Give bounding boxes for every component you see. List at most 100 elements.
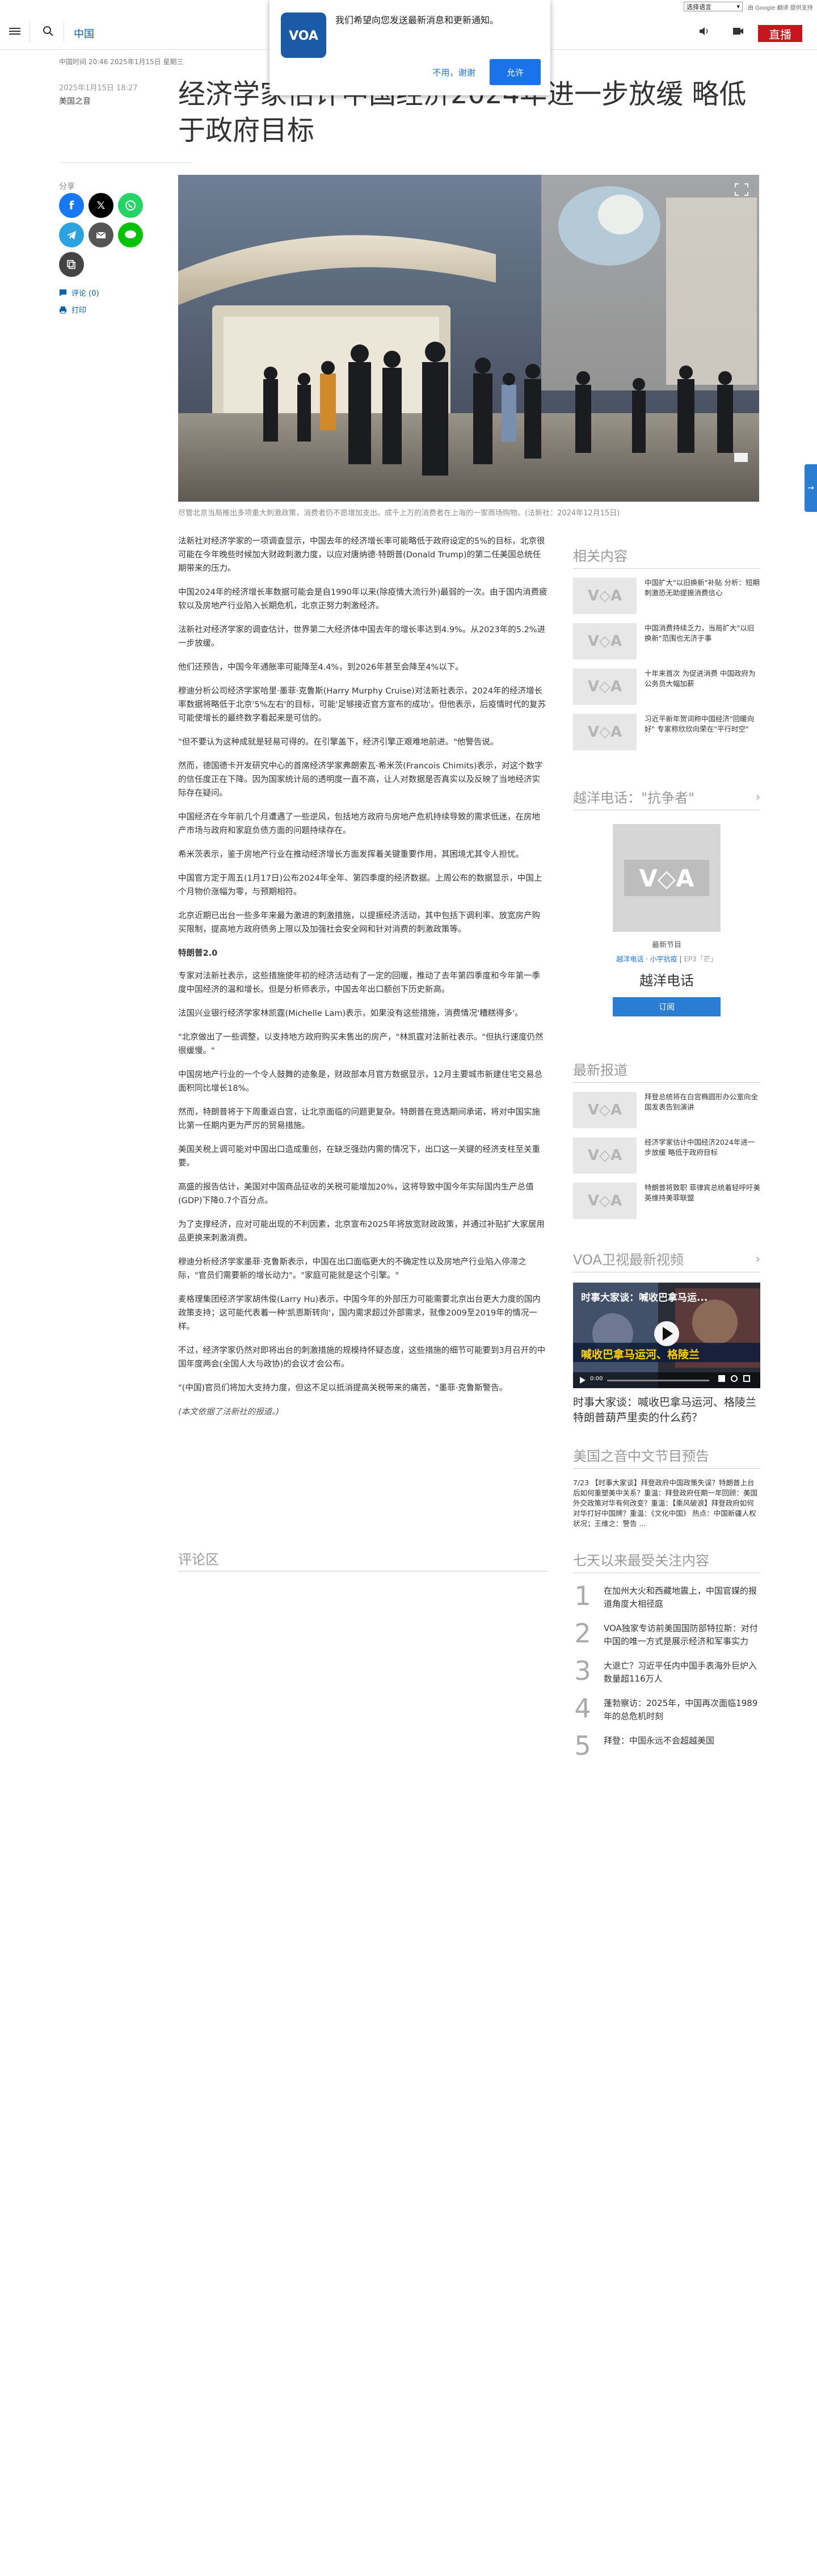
latest-item-title: 特朗普将致职 菲律宾总统着轻呼吁美英维持美菲联盟: [645, 1183, 760, 1202]
paragraph: 然而，德国德卡开发研究中心的首席经济学家弗朗索瓦·希米茨(Francois Ch…: [178, 762, 543, 798]
popular-item-title: 大退亡？习近平任内中国手表海外巨炉入数量超116万人: [604, 1661, 757, 1684]
related-heading-text: 相关内容: [573, 548, 628, 564]
paragraph: 中国经济在今年前几个月遭遇了一些逆风，包括地方政府与房地产危机持续导致的需求低迷…: [178, 813, 540, 835]
audio-icon[interactable]: [698, 25, 710, 37]
popular-item-title: 拜登：中国永远不会超越美国: [604, 1735, 715, 1746]
list-item[interactable]: 1 在加州大火和西藏地震上，中国官媒的报道角度大相径庭: [573, 1582, 760, 1611]
section-heading: 特朗普2.0: [178, 949, 218, 958]
podcast-heading[interactable]: 越洋电话："抗争者" ›: [573, 787, 760, 810]
line-icon[interactable]: [118, 222, 143, 247]
latest-heading: 最新报道: [573, 1059, 760, 1083]
related-item-title: 习近平新年贺词称中国经济"回暖向好" 专家称欣欣向荣在"平行时空": [645, 715, 755, 733]
paragraph: 不过，经济学家仍然对即将出台的刺激措施的规模持怀疑态度，这些措施的细节可能要到3…: [178, 1346, 546, 1369]
x-twitter-icon[interactable]: 𝕏: [89, 193, 113, 218]
voa-thumbnail: V◇A: [573, 1137, 637, 1174]
paragraph: 美国关税上调可能对中国出口造成重创，在缺乏强劲内需的情况下，出口这一关键的经济支…: [178, 1145, 540, 1168]
live-button[interactable]: 直播: [758, 25, 802, 42]
list-item[interactable]: 3 大退亡？习近平任内中国手表海外巨炉入数量超116万人: [573, 1657, 760, 1686]
settings-icon[interactable]: [731, 1375, 738, 1382]
decline-button[interactable]: 不用，谢谢: [423, 59, 485, 85]
schedule-heading-text: 美国之音中文节目预告: [573, 1448, 709, 1464]
podcast-cover[interactable]: V◇A: [613, 824, 721, 932]
copy-link-icon[interactable]: [59, 252, 84, 277]
popular-item-title: 在加州大火和西藏地震上，中国官媒的报道角度大相径庭: [604, 1586, 757, 1609]
schedule-text[interactable]: 7/23 【时事大家谈】拜登政府中国政策失误？特朗普上台后如何重塑美中关系？重温…: [573, 1478, 760, 1529]
fullscreen-icon[interactable]: [743, 1375, 750, 1382]
chevron-right-icon: ›: [756, 789, 760, 804]
comments-heading: 评论区: [178, 1552, 219, 1568]
list-item[interactable]: 2 VOA独家专访前美国国防部特拉斯：对付中国的唯一方式是展示经济和军事实力: [573, 1620, 760, 1648]
video-heading[interactable]: VOA卫视最新视频 ›: [573, 1249, 760, 1272]
rank-number: 2: [574, 1618, 591, 1649]
list-item[interactable]: V◇A 习近平新年贺词称中国经济"回暖向好" 专家称欣欣向荣在"平行时空": [573, 714, 760, 750]
notification-prompt: VOA 我们希望向您发送最新消息和更新通知。 不用，谢谢 允许: [269, 0, 550, 95]
related-item-title: 中国扩大"以旧换新"补贴 分析：短期刺激恐无助提振消费信心: [645, 578, 760, 597]
paragraph: 中国2024年的经济增长率数据可能会是自1990年以来(除疫情大流行外)最弱的一…: [178, 588, 548, 611]
section-brand-link[interactable]: 中国: [74, 26, 94, 41]
video-time: 0:00: [590, 1376, 603, 1382]
popular-item-title: VOA独家专访前美国国防部特拉斯：对付中国的唯一方式是展示经济和军事实力: [604, 1623, 758, 1646]
rank-number: 4: [574, 1693, 591, 1724]
voa-thumbnail: V◇A: [573, 1183, 637, 1219]
paragraph: 中国官方定于周五(1月17日)公布2024年全年、第四季度的经济数据。上周公布的…: [178, 874, 542, 897]
paragraph: 麦格理集团经济学家胡伟俊(Larry Hu)表示，中国今年的外部压力可能需要北京…: [178, 1295, 541, 1331]
list-item[interactable]: V◇A 拜登总统将在白宫椭圆形办公室向全国发表告别演讲: [573, 1092, 760, 1128]
rank-number: 1: [574, 1581, 591, 1611]
list-item[interactable]: 4 蓬勃察访：2025年，中国再次面临1989年的总危机时刻: [573, 1695, 760, 1723]
allow-button[interactable]: 允许: [490, 59, 541, 85]
image-caption: 尽管北京当局推出多项重大刺激政策，消费者仍不愿增加支出。成千上万的消费者在上海的…: [178, 509, 620, 518]
list-item[interactable]: V◇A 十年来首次 为促进消费 中国政府为公务员大幅加薪: [573, 669, 760, 705]
list-item[interactable]: 5 拜登：中国永远不会超越美国: [573, 1732, 760, 1759]
whatsapp-icon[interactable]: [118, 193, 143, 218]
google-translate-badge: 由 Google 翻译 提供支持: [748, 5, 813, 11]
source-note: (本文依据了法新社的报道。): [178, 1407, 280, 1417]
paragraph: 希米茨表示，鉴于房地产行业在推动经济增长方面发挥着关键重要作用，其困境尤其令人担…: [178, 850, 524, 859]
popular-block: 七天以来最受关注内容 1 在加州大火和西藏地震上，中国官媒的报道角度大相径庭 2V…: [573, 1549, 760, 1759]
list-item[interactable]: V◇A 中国扩大"以旧换新"补贴 分析：短期刺激恐无助提振消费信心: [573, 578, 760, 614]
paragraph: 中国房地产行业的一个令人鼓舞的迹象是，财政部本月官方数据显示，12月主要城市新建…: [178, 1070, 542, 1093]
paragraph: 法新社对经济学家的调查估计，世界第二大经济体中国去年的增长率达到4.9%。从20…: [178, 625, 546, 648]
article-body: 法新社对经济学家的一项调查显示，中国去年的经济增长率可能略低于政府设定的5%的目…: [178, 535, 548, 1429]
list-item[interactable]: V◇A 经济学家估计中国经济2024年进一步放缓 略低于政府目标: [573, 1137, 760, 1174]
voa-thumbnail: V◇A: [573, 669, 637, 705]
telegram-icon[interactable]: [59, 222, 84, 247]
paragraph: 法国兴业银行经济学家林凯霆(Michelle Lam)表示，如果没有这些措施，消…: [178, 1009, 523, 1018]
search-icon[interactable]: [42, 25, 54, 37]
video-title[interactable]: 时事大家谈：喊收巴拿马运河、格陵兰 特朗普葫芦里卖的什么药？: [573, 1395, 760, 1426]
video-controls[interactable]: [718, 1375, 750, 1382]
related-heading: 相关内容: [573, 545, 760, 569]
podcast-episode: EP3「芒」: [684, 955, 717, 963]
email-icon[interactable]: [89, 222, 113, 247]
paragraph: 穆迪分析经济学家墨菲·克鲁斯表示，中国在出口面临更大的不确定性以及房地产行业陷入…: [178, 1258, 527, 1280]
comments-link[interactable]: 评论 (0): [59, 287, 99, 298]
paragraph: 专家对法新社表示，这些措施使年初的经济活动有了一定的回暖，推动了去年第四季度和今…: [178, 972, 540, 994]
list-item[interactable]: V◇A 中国消费持续乏力，当局扩大"以旧换新"范围也无济于事: [573, 623, 760, 659]
video-heading-text: VOA卫视最新视频: [573, 1252, 684, 1268]
video-icon[interactable]: [732, 25, 744, 37]
divider: [59, 162, 192, 163]
video-overlay-top: 时事大家谈：喊收巴拿马运...: [581, 1292, 708, 1304]
paragraph: "北京做出了一些调整，以支持地方政府购买未售出的房产，"林凯霆对法新社表示。"但…: [178, 1033, 544, 1056]
related-item-title: 十年来首次 为促进消费 中国政府为公务员大幅加薪: [645, 669, 756, 688]
video-player[interactable]: 时事大家谈：喊收巴拿马运... 喊收巴拿马运河、格陵兰 0:00: [573, 1283, 760, 1388]
list-item[interactable]: V◇A 特朗普将致职 菲律宾总统着轻呼吁美英维持美菲联盟: [573, 1183, 760, 1219]
paragraph: "(中国)官员们将加大支持力度，但这不足以抵消提高关税带来的痛苦，"墨菲·克鲁斯…: [178, 1384, 508, 1393]
author[interactable]: 美国之音: [59, 95, 91, 107]
menu-icon[interactable]: [9, 26, 20, 37]
subscribe-button[interactable]: 订阅: [613, 997, 721, 1016]
language-select[interactable]: 选择语言 ▾: [684, 2, 743, 11]
podcast-heading-text: 越洋电话："抗争者": [573, 790, 695, 806]
latest-news: 最新报道 V◇A 拜登总统将在白宫椭圆形办公室向全国发表告别演讲 V◇A 经济学家估…: [573, 1059, 760, 1219]
schedule-block: 美国之音中文节目预告 7/23 【时事大家谈】拜登政府中国政策失误？特朗普上台后…: [573, 1445, 760, 1529]
print-link[interactable]: 打印: [59, 304, 86, 315]
popular-heading-text: 七天以来最受关注内容: [573, 1553, 709, 1569]
chevron-right-icon: ›: [756, 1251, 760, 1266]
volume-icon[interactable]: [718, 1375, 725, 1382]
floating-share-tab[interactable]: →: [805, 464, 817, 512]
notification-logo-text: VOA: [289, 29, 318, 43]
print-link-label: 打印: [71, 306, 87, 315]
facebook-icon[interactable]: f: [59, 193, 84, 218]
podcast-title: 越洋电话: [639, 973, 694, 989]
podcast-links[interactable]: 越洋电话 · 小宇抗疫 | EP3「芒」: [573, 954, 760, 964]
podcast-block: 越洋电话："抗争者" › V◇A 最新节目 越洋电话 · 小宇抗疫 | EP3「芒…: [573, 787, 760, 1016]
